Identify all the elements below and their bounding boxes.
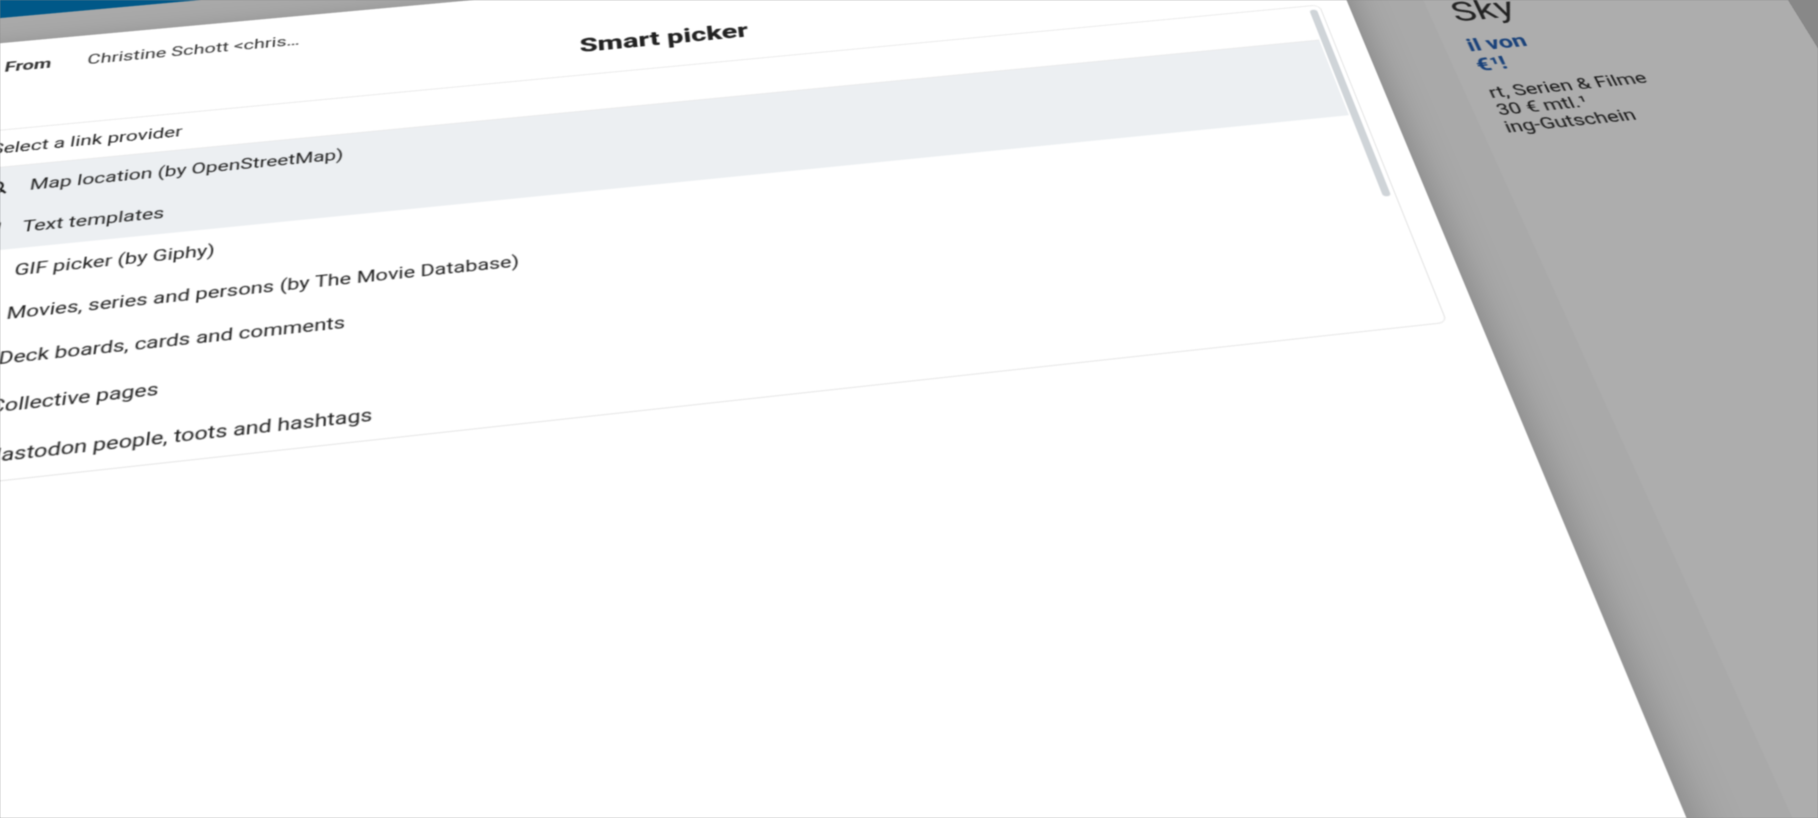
provider-label: Text templates [21,204,166,236]
from-label: From [3,55,53,75]
provider-label: Collective pages [0,378,160,417]
from-value: Christine Schott <chris… [86,32,300,67]
search-map-icon [0,176,15,200]
text-template-icon [0,218,7,242]
